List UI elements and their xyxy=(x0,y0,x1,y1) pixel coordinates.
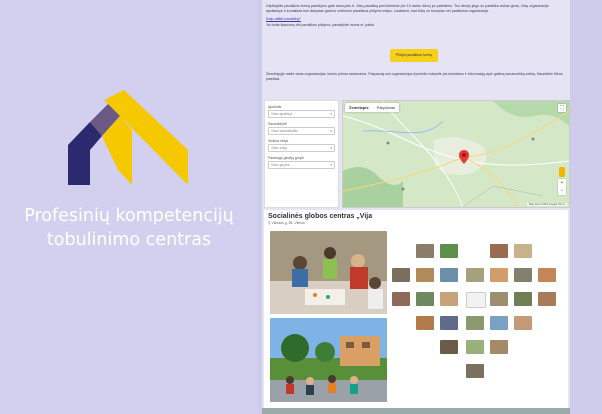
municipality-select[interactable]: Visos savivaldybės ▾ xyxy=(268,127,335,135)
tab-satellite[interactable]: Palydovas xyxy=(373,103,399,112)
address-text: Vilniaus g. 55, Vilnius xyxy=(271,221,305,225)
contact-text: Jei turite klausimų dėl paraiškos pildym… xyxy=(266,23,375,27)
thumbnail[interactable] xyxy=(440,316,458,330)
filter-label: Veiklos sritys xyxy=(268,139,289,143)
intro-paragraph: Užpildykite paraiškos formą pasiūlymo ga… xyxy=(266,4,549,13)
zoom-out-icon[interactable]: − xyxy=(558,187,566,195)
thumbnail[interactable] xyxy=(416,316,434,330)
thumbnail[interactable] xyxy=(466,292,486,308)
thumbnail[interactable] xyxy=(440,268,458,282)
county-select[interactable]: Visos apskritys ▾ xyxy=(268,110,335,118)
thumbnail[interactable] xyxy=(514,316,532,330)
street-view-icon[interactable] xyxy=(559,167,565,177)
chevron-down-icon: ▾ xyxy=(330,112,332,116)
tab-map[interactable]: Žemėlapis xyxy=(345,103,373,112)
activity-select[interactable]: Visos sritys ▾ xyxy=(268,144,335,152)
zoom-control[interactable]: + − xyxy=(558,179,566,195)
map-view[interactable]: Žemėlapis Palydovas ⛶ + − Map data ©2023… xyxy=(342,100,570,208)
select-value: Visos sritys xyxy=(271,146,288,150)
thumbnail[interactable] xyxy=(440,244,458,258)
select-value: Visos savivaldybės xyxy=(271,129,298,133)
thumbnail[interactable] xyxy=(538,268,556,282)
organization-title: Socialinės globos centras „Vija xyxy=(268,213,373,220)
thumbnail[interactable] xyxy=(490,316,508,330)
thumbnail[interactable] xyxy=(392,292,410,306)
thumbnail[interactable] xyxy=(538,292,556,306)
thumbnail[interactable] xyxy=(440,340,458,354)
thumbnail[interactable] xyxy=(514,268,532,282)
filter-label: Savivaldybė xyxy=(268,122,287,126)
group-select[interactable]: Visos grupės ▾ xyxy=(268,161,335,169)
page-content: Užpildykite paraiškos formą pasiūlymo ga… xyxy=(262,0,570,414)
thumbnail[interactable] xyxy=(440,292,458,306)
chevron-down-icon: ▾ xyxy=(330,129,332,133)
thumbnail[interactable] xyxy=(466,316,484,330)
filter-panel: Apskritis Visos apskritys ▾ Savivaldybė V… xyxy=(264,100,339,208)
thumbnail[interactable] xyxy=(514,244,532,258)
map-type-tabs: Žemėlapis Palydovas xyxy=(345,103,400,112)
outdoor-photo[interactable] xyxy=(270,318,387,402)
organization-card: Socialinės globos centras „Vija ⚲ Vilnia… xyxy=(264,210,568,414)
zoom-in-icon[interactable]: + xyxy=(558,179,566,187)
content-panel[interactable]: Užpildykite paraiškos formą pasiūlymo ga… xyxy=(262,0,570,414)
thumbnail[interactable] xyxy=(416,292,434,306)
next-section-strip xyxy=(262,408,570,414)
how-to-apply-link[interactable]: Kaip atlikti paraišką? xyxy=(262,17,570,21)
map-intro-paragraph: Žemėlapyje rasite visas organizacijas, k… xyxy=(266,72,563,81)
map-attribution: Map data ©2023 Google Terms xyxy=(526,203,567,206)
map-terrain xyxy=(343,101,569,207)
thumbnail[interactable] xyxy=(416,244,434,258)
organization-address: ⚲ Vilniaus g. 55, Vilnius xyxy=(268,221,564,225)
filter-label: Apskritis xyxy=(268,105,282,109)
thumbnail[interactable] xyxy=(490,340,508,354)
thumbnail[interactable] xyxy=(466,268,484,282)
filter-label: Paslaugų gavėjų grupė xyxy=(268,156,304,160)
chevron-down-icon: ▾ xyxy=(330,163,332,167)
pktc-logo xyxy=(68,90,188,185)
thumbnail[interactable] xyxy=(490,268,508,282)
thumbnail[interactable] xyxy=(416,268,434,282)
thumbnail[interactable] xyxy=(490,292,508,306)
thumbnail[interactable] xyxy=(392,268,410,282)
apply-button[interactable]: Pildyti paraiškos formą xyxy=(390,49,438,62)
thumbnail[interactable] xyxy=(466,340,484,354)
activity-photo[interactable] xyxy=(270,231,387,314)
brand-panel: Profesinių kompetencijų tobulinimo centr… xyxy=(0,0,258,414)
thumbnail[interactable] xyxy=(514,292,532,306)
tagline-line-1: Profesinių kompetencijų xyxy=(24,206,234,226)
tagline-line-2: tobulinimo centras xyxy=(46,230,212,250)
select-value: Visos apskritys xyxy=(271,112,293,116)
brand-tagline: Profesinių kompetencijų tobulinimo centr… xyxy=(0,204,258,252)
thumbnail[interactable] xyxy=(466,364,484,378)
photo-collage-heart xyxy=(390,240,566,390)
select-value: Visos grupės xyxy=(271,163,290,167)
fullscreen-icon[interactable]: ⛶ xyxy=(558,104,566,112)
location-marker-icon[interactable] xyxy=(459,150,469,164)
thumbnail[interactable] xyxy=(490,244,508,258)
chevron-down-icon: ▾ xyxy=(330,146,332,150)
